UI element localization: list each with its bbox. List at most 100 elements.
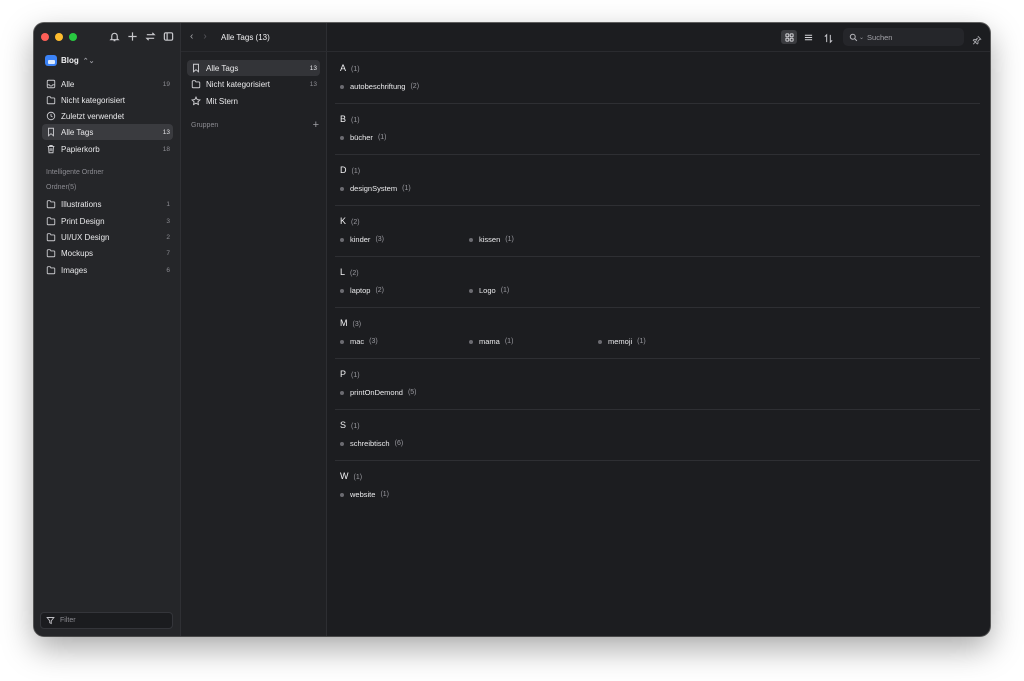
tag-item[interactable]: autobeschriftung (2) xyxy=(340,82,419,91)
library-name: Blog xyxy=(61,56,79,65)
sidebar-item-count: 19 xyxy=(162,80,170,88)
tag-name: bücher xyxy=(350,133,373,142)
folder-question-icon xyxy=(46,96,56,105)
group-count: (1) xyxy=(351,117,360,124)
chevron-down-icon[interactable]: ⌄ xyxy=(859,34,864,41)
list-view-button[interactable] xyxy=(800,30,816,44)
tag-item[interactable]: mama (1) xyxy=(469,337,513,346)
sidebar-item-trash[interactable]: Papierkorb 18 xyxy=(42,141,173,157)
tag-name: schreibtisch xyxy=(350,439,390,448)
tag-dot xyxy=(340,84,344,89)
nav-item-all-tags[interactable]: Alle Tags 13 xyxy=(187,60,320,76)
tag-group-d: D (1) designSystem (1) xyxy=(335,155,980,206)
tag-item[interactable]: schreibtisch (6) xyxy=(340,439,403,448)
history-navigation: ‹ › xyxy=(190,31,207,42)
nav-item-label: Nicht kategorisiert xyxy=(206,79,271,89)
group-count: (2) xyxy=(351,219,360,226)
folder-icon xyxy=(46,233,56,242)
sidebar-folder-uiux-design[interactable]: UI/UX Design 2 xyxy=(42,229,173,245)
pin-icon[interactable] xyxy=(972,32,982,45)
tag-dot xyxy=(340,339,344,344)
tag-dot xyxy=(340,390,344,395)
tag-list: A (1) autobeschriftung (2) B (1) bücher (1) … xyxy=(327,53,990,636)
sort-button[interactable] xyxy=(823,31,835,44)
folder-question-icon xyxy=(191,80,201,89)
group-letter: D xyxy=(340,165,347,175)
tag-item[interactable]: laptop (2) xyxy=(340,286,384,295)
tag-name: kissen xyxy=(479,235,501,244)
view-mode-switch xyxy=(781,30,816,44)
folder-count: 2 xyxy=(166,233,170,241)
tag-count: (3) xyxy=(369,338,378,345)
page-title: Alle Tags (13) xyxy=(221,33,270,42)
sidebar-folder-images[interactable]: Images 6 xyxy=(42,262,173,278)
filter-field[interactable]: Filter xyxy=(40,612,173,629)
sidebar-item-uncategorized[interactable]: Nicht kategorisiert xyxy=(42,92,173,108)
tag-item[interactable]: kissen (1) xyxy=(469,235,514,244)
filter-placeholder: Filter xyxy=(60,617,76,624)
tag-item[interactable]: bücher (1) xyxy=(340,133,387,142)
nav-item-starred[interactable]: Mit Stern xyxy=(187,93,320,109)
folder-count: 1 xyxy=(166,200,170,208)
sidebar-folder-mockups[interactable]: Mockups 7 xyxy=(42,245,173,261)
zoom-window-button[interactable] xyxy=(69,33,77,41)
nav-item-label: Mit Stern xyxy=(206,96,239,106)
group-letter: M xyxy=(340,318,348,328)
funnel-icon xyxy=(46,617,55,625)
sidebar-item-alle[interactable]: Alle 19 xyxy=(42,76,173,92)
sidebar-item-all-tags[interactable]: Alle Tags 13 xyxy=(42,124,173,140)
grid-view-button[interactable] xyxy=(781,30,797,44)
tag-item[interactable]: website (1) xyxy=(340,490,389,499)
tag-count: (1) xyxy=(402,185,411,192)
tag-group-s: S (1) schreibtisch (6) xyxy=(335,410,980,461)
sync-arrows-icon[interactable] xyxy=(145,31,156,42)
tag-group-b: B (1) bücher (1) xyxy=(335,104,980,155)
groups-section: Gruppen + xyxy=(191,120,319,131)
smart-folders-heading: Intelligente Ordner xyxy=(46,169,104,176)
sidebar-toggle-icon[interactable] xyxy=(163,31,174,42)
tag-item[interactable]: kinder (3) xyxy=(340,235,384,244)
minimize-window-button[interactable] xyxy=(55,33,63,41)
sidebar-item-label: Nicht kategorisiert xyxy=(61,95,126,105)
grid-icon xyxy=(784,32,794,42)
close-window-button[interactable] xyxy=(41,33,49,41)
sidebar-folder-print-design[interactable]: Print Design 3 xyxy=(42,213,173,229)
tag-dot xyxy=(469,237,473,242)
tag-name: printOnDemond xyxy=(350,388,403,397)
nav-item-uncategorized[interactable]: Nicht kategorisiert 13 xyxy=(187,76,320,92)
search-field[interactable]: ⌄ xyxy=(843,28,964,46)
folder-count: 3 xyxy=(166,217,170,225)
tag-item[interactable]: memoji (1) xyxy=(598,337,646,346)
sidebar-toolbar xyxy=(109,31,174,42)
group-letter: W xyxy=(340,471,349,481)
add-group-button[interactable]: + xyxy=(313,120,319,131)
nav-item-count: 13 xyxy=(309,64,317,72)
search-input[interactable] xyxy=(867,32,948,42)
tag-group-w: W (1) website (1) xyxy=(335,461,980,512)
sidebar-item-recent[interactable]: Zuletzt verwendet xyxy=(42,108,173,124)
group-count: (2) xyxy=(350,270,359,277)
tag-name: kinder xyxy=(350,235,371,244)
tag-item[interactable]: mac (3) xyxy=(340,337,378,346)
bell-icon[interactable] xyxy=(109,31,120,42)
back-button[interactable]: ‹ xyxy=(190,31,193,42)
sort-arrows-icon xyxy=(824,33,833,44)
library-switcher[interactable]: Blog ⌃⌄ xyxy=(45,55,95,66)
tag-count: (1) xyxy=(504,338,514,345)
tag-name: Logo xyxy=(479,286,496,295)
forward-button[interactable]: › xyxy=(203,31,206,42)
tag-item[interactable]: Logo (1) xyxy=(469,286,509,295)
tag-group-a: A (1) autobeschriftung (2) xyxy=(335,53,980,104)
tag-item[interactable]: designSystem (1) xyxy=(340,184,411,193)
tag-count: (3) xyxy=(375,236,384,243)
plus-icon[interactable] xyxy=(127,31,138,42)
sidebar-folder-illustrations[interactable]: Illustrations 1 xyxy=(42,196,173,212)
tag-dot xyxy=(340,492,344,497)
tag-group-l: L (2) laptop (2) Logo (1) xyxy=(335,257,980,308)
tag-name: autobeschriftung xyxy=(350,82,406,91)
tag-item[interactable]: printOnDemond (5) xyxy=(340,388,417,397)
sidebar-item-count: 13 xyxy=(162,128,170,136)
folder-icon xyxy=(46,217,56,226)
tag-dot xyxy=(340,186,344,191)
group-letter: A xyxy=(340,63,347,73)
